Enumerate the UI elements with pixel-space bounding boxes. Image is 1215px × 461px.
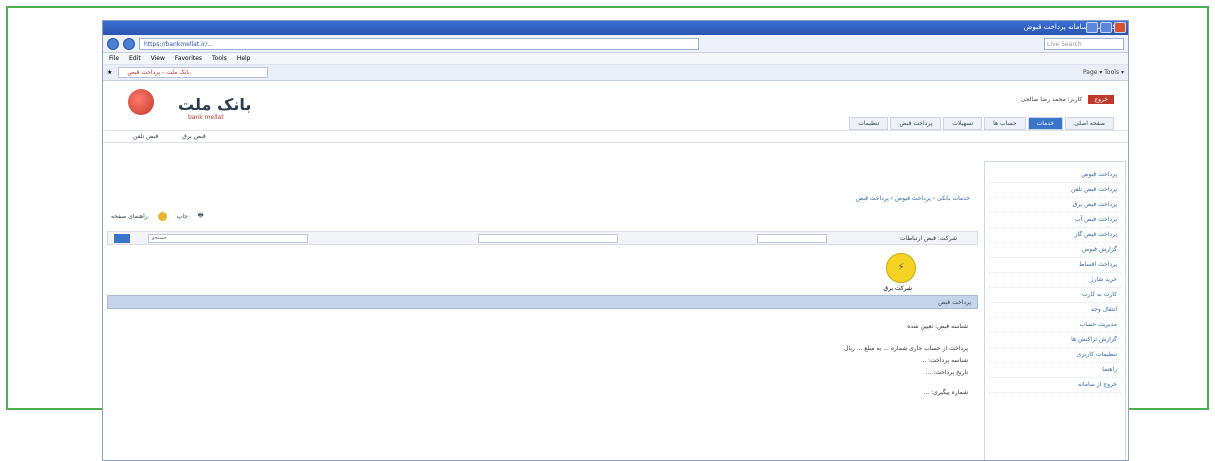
menu-help[interactable]: Help [237,55,251,62]
window-controls [1086,22,1126,33]
user-line: خروج کاربر: محمد رضا صالحی [1021,95,1114,104]
bill-id-field[interactable] [757,234,827,243]
filter-bar: جستجو شرکت: قبض ارتباطات [107,231,978,245]
menu-bar: File Edit View Favorites Tools Help [103,53,1128,65]
close-icon[interactable] [1114,22,1126,33]
search-button[interactable] [114,234,130,243]
detail-line-2: پرداخت از حساب جاری شماره ... به مبلغ ..… [844,345,968,352]
sidebar-item[interactable]: پرداخت قبض تلفن [989,183,1121,198]
print-icon[interactable]: 🖶 [198,211,204,221]
page-tools[interactable]: Page ▾ Tools ▾ [1083,69,1124,76]
sidebar-item[interactable]: انتقال وجه [989,303,1121,318]
menu-view[interactable]: View [151,55,165,62]
sidebar: پرداخت قبوض پرداخت قبض تلفن پرداخت قبض ب… [984,161,1126,460]
sidebar-item[interactable]: مدیریت حساب [989,318,1121,333]
detail-line-5: شماره پیگیری: ... [923,389,968,396]
bank-brand-sub: bank mellat [188,114,224,121]
bank-brand: بانک ملت [178,95,252,114]
section-title: پرداخت قبض [938,299,971,306]
navigation-bar: https://bankmellat.ir/... Live Search [103,35,1128,53]
sidebar-item[interactable]: گزارش تراکنش ها [989,333,1121,348]
address-bar[interactable]: https://bankmellat.ir/... [139,37,699,50]
sidebar-item[interactable]: پرداخت قبض برق [989,198,1121,213]
favorites-star-icon[interactable]: ★ [107,69,112,76]
sidebar-item[interactable]: پرداخت قبض آب [989,213,1121,228]
site-header: بانک ملت bank mellat خروج کاربر: محمد رض… [103,81,1128,131]
breadcrumb[interactable]: خدمات بانکی › پرداخت قبوض › پرداخت قبض [856,195,970,202]
page-tools-row: راهنمای صفحه چاپ 🖶 [111,211,204,221]
sidebar-item[interactable]: پرداخت قبوض [989,168,1121,183]
tabs-bar: ★ بانک ملت - پرداخت قبض Page ▾ Tools ▾ [103,65,1128,81]
sidebar-item[interactable]: تنظیمات کاربری [989,348,1121,363]
detail-line-1: شناسه قبض: تعیین شده [907,323,968,330]
sub-nav: قبض تلفن قبض برق [103,131,1128,143]
nav-settings[interactable]: تنظیمات [849,117,889,130]
top-nav: صفحه اصلی خدمات حساب ها تسهیلات پرداخت ق… [849,117,1114,130]
filter-label: شرکت: قبض ارتباطات [899,235,957,242]
title-bar: بانک ملت - سامانه پرداخت قبوض [103,21,1128,35]
nav-loans[interactable]: تسهیلات [943,117,983,130]
forward-icon[interactable] [123,37,135,50]
sidebar-item[interactable]: گزارش قبوض [989,243,1121,258]
subnav-power[interactable]: قبض برق [182,133,206,140]
menu-tools[interactable]: Tools [212,55,227,62]
sidebar-item[interactable]: کارت به کارت [989,288,1121,303]
help-icon[interactable] [157,211,167,221]
nav-bills[interactable]: پرداخت قبض [890,117,942,130]
browser-window: بانک ملت - سامانه پرداخت قبوض https://ba… [102,20,1129,461]
back-icon[interactable] [107,37,119,50]
sidebar-item[interactable]: پرداخت قبض گاز [989,228,1121,243]
main-content: خدمات بانکی › پرداخت قبوض › پرداخت قبض ر… [107,161,978,460]
sidebar-item[interactable]: راهنما [989,363,1121,378]
browser-tab[interactable]: بانک ملت - پرداخت قبض [118,67,269,78]
search-field[interactable]: جستجو [148,234,308,243]
sidebar-item[interactable]: خرید شارژ [989,273,1121,288]
help-link[interactable]: راهنمای صفحه [111,213,148,220]
nav-accounts[interactable]: حساب ها [984,117,1026,130]
menu-favorites[interactable]: Favorites [175,55,202,62]
user-name: کاربر: محمد رضا صالحی [1020,96,1083,103]
nav-home[interactable]: صفحه اصلی [1065,117,1114,130]
menu-file[interactable]: File [109,55,119,62]
bank-logo-icon [128,89,154,115]
sidebar-item[interactable]: خروج از سامانه [989,378,1121,393]
biller-logo-icon: ⚡ [886,253,916,283]
detail-line-3: شناسه پرداخت: ... [920,357,968,364]
minimize-icon[interactable] [1086,22,1098,33]
nav-services[interactable]: خدمات [1027,117,1064,130]
section-band: پرداخت قبض [107,295,978,309]
subnav-phone[interactable]: قبض تلفن [133,133,158,140]
maximize-icon[interactable] [1100,22,1112,33]
exit-button[interactable]: خروج [1088,95,1114,104]
detail-line-4: تاریخ پرداخت: ... [925,369,968,376]
sidebar-item[interactable]: پرداخت اقساط [989,258,1121,273]
search-input[interactable]: Live Search [1044,37,1124,50]
menu-edit[interactable]: Edit [129,55,141,62]
amount-field[interactable] [478,234,618,243]
biller-name: شرکت برق [883,285,912,292]
print-link[interactable]: چاپ [177,213,188,220]
